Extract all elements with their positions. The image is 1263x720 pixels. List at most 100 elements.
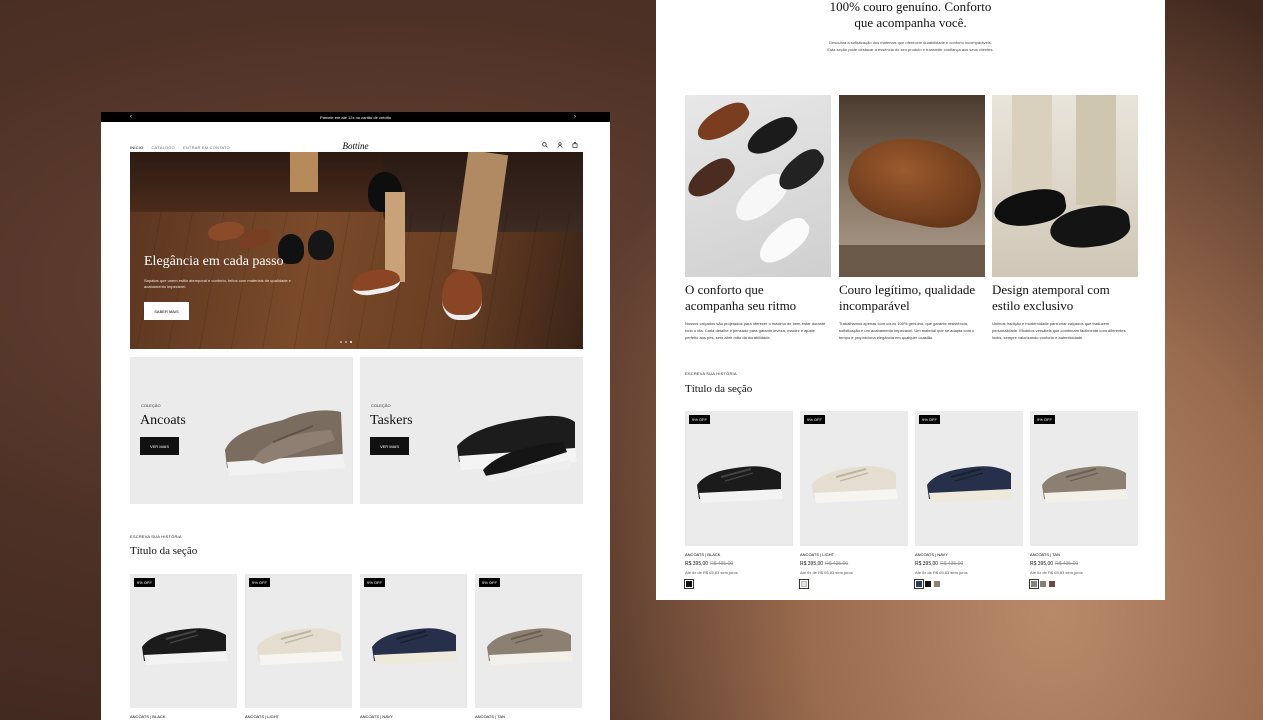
discount-badge: 9% OFF bbox=[479, 578, 500, 587]
product-name[interactable]: ANCOATS | LIGHT bbox=[800, 552, 834, 557]
hero-title: Elegância em cada passo bbox=[144, 254, 284, 269]
collection-title: Taskers bbox=[370, 413, 413, 428]
product-name[interactable]: ANCOATS | BLACK bbox=[685, 552, 720, 557]
slider-dots[interactable] bbox=[340, 341, 352, 343]
collection-card-taskers[interactable]: COLEÇÃO Taskers VER MAIS bbox=[360, 357, 583, 504]
product-card[interactable]: 9% OFF bbox=[360, 574, 467, 708]
discount-badge: 9% OFF bbox=[134, 578, 155, 587]
collection-button[interactable]: VER MAIS bbox=[140, 437, 179, 455]
loafer-image bbox=[457, 415, 577, 482]
logo[interactable]: Bottine bbox=[101, 141, 610, 151]
color-swatch[interactable] bbox=[684, 579, 694, 589]
section-title: Título da seção bbox=[130, 545, 198, 557]
product-card[interactable]: 9% OFF bbox=[130, 574, 237, 708]
collection-label: COLEÇÃO bbox=[371, 403, 391, 408]
discount-badge: 9% OFF bbox=[689, 415, 710, 424]
current-price: R$ 395,00 bbox=[915, 561, 939, 567]
discount-badge: 9% OFF bbox=[249, 578, 270, 587]
features-intro: Descubra a sofisticação dos materiais qu… bbox=[656, 39, 1165, 53]
search-icon[interactable] bbox=[542, 142, 548, 150]
installments-text: Até 6x de R$ 65,83 sem juros bbox=[800, 570, 853, 575]
color-swatch[interactable] bbox=[1040, 581, 1046, 587]
storefront-features-mockup: 100% couro genuíno. Conforto que acompan… bbox=[656, 0, 1165, 600]
feature-image-2 bbox=[839, 95, 985, 277]
hero-leg bbox=[385, 192, 405, 282]
discount-badge: 9% OFF bbox=[364, 578, 385, 587]
installments-text: Até 6x de R$ 65,83 sem juros bbox=[685, 570, 738, 575]
collection-button[interactable]: VER MAIS bbox=[370, 437, 409, 455]
announcement-bar: ‹ Parcele em até 12x no cartão de crédit… bbox=[101, 112, 610, 122]
feature-title-1: O conforto que acompanha seu ritmo bbox=[685, 282, 797, 313]
feature-title-3: Design atemporal com estilo exclusivo bbox=[992, 282, 1110, 313]
announcement-text: Parcele em até 12x no cartão de crédito bbox=[320, 114, 391, 120]
header-icons bbox=[542, 141, 578, 150]
section-title: Título da seção bbox=[685, 383, 753, 395]
cart-icon[interactable] bbox=[572, 141, 578, 150]
product-image bbox=[691, 451, 787, 516]
color-swatch[interactable] bbox=[1029, 579, 1039, 589]
storefront-home-mockup: ‹ Parcele em até 12x no cartão de crédit… bbox=[101, 112, 610, 720]
feature-text-3: Unimos tradição e modernidade para criar… bbox=[992, 321, 1126, 340]
product-price: R$ 395,00 R$ 435,00 bbox=[1030, 561, 1078, 567]
color-swatch[interactable] bbox=[934, 581, 940, 587]
user-icon[interactable] bbox=[557, 142, 563, 150]
discount-badge: 9% OFF bbox=[1034, 415, 1055, 424]
current-price: R$ 395,00 bbox=[685, 561, 709, 567]
feature-text-1: Nossos calçados são projetados para ofer… bbox=[685, 321, 826, 340]
installments-text: Até 6x de R$ 65,83 sem juros bbox=[1030, 570, 1083, 575]
current-price: R$ 395,00 bbox=[1030, 561, 1054, 567]
product-name[interactable]: ANCOATS | TAN bbox=[475, 714, 505, 719]
product-card[interactable]: 9% OFF bbox=[245, 574, 352, 708]
current-price: R$ 395,00 bbox=[800, 561, 824, 567]
old-price: R$ 435,00 bbox=[825, 561, 849, 567]
color-swatch[interactable] bbox=[799, 579, 809, 589]
features-header: 100% couro genuíno. Conforto que acompan… bbox=[656, 0, 1165, 53]
color-swatch[interactable] bbox=[925, 581, 931, 587]
features-heading-line1: 100% couro genuíno. Conforto bbox=[829, 0, 992, 14]
product-image bbox=[136, 613, 232, 678]
product-card[interactable]: 9% OFF bbox=[800, 411, 908, 546]
old-price: R$ 435,00 bbox=[940, 561, 964, 567]
product-card[interactable]: 9% OFF bbox=[915, 411, 1023, 546]
old-price: R$ 435,00 bbox=[710, 561, 734, 567]
product-image bbox=[806, 451, 902, 516]
product-name[interactable]: ANCOATS | NAVY bbox=[360, 714, 393, 719]
product-name[interactable]: ANCOATS | NAVY bbox=[915, 552, 948, 557]
product-card[interactable]: 9% OFF bbox=[1030, 411, 1138, 546]
collection-title: Ancoats bbox=[140, 413, 186, 428]
color-swatch[interactable] bbox=[914, 579, 924, 589]
features-intro-line1: Descubra a sofisticação dos materiais qu… bbox=[829, 40, 992, 45]
product-price: R$ 395,00 R$ 435,00 bbox=[915, 561, 963, 567]
features-heading: 100% couro genuíno. Conforto que acompan… bbox=[656, 0, 1165, 31]
features-intro-line2: Esta seção pode destacar a essência do s… bbox=[827, 47, 994, 52]
hero-subtitle: Sapatos que unem estilo atemporal e conf… bbox=[144, 278, 291, 289]
hero-button[interactable]: SABER MAIS bbox=[144, 302, 189, 320]
old-price: R$ 435,00 bbox=[1055, 561, 1079, 567]
hero-bag bbox=[290, 152, 318, 192]
chevron-right-icon[interactable]: › bbox=[574, 112, 576, 122]
hero-shoe-image bbox=[442, 270, 482, 320]
collection-label: COLEÇÃO bbox=[141, 403, 161, 408]
hero-shoe-image bbox=[308, 230, 334, 260]
section-eyebrow: ESCREVA SUA HISTÓRIA bbox=[130, 534, 182, 539]
feature-title-2: Couro legítimo, qualidade incomparável bbox=[839, 282, 976, 313]
color-swatch[interactable] bbox=[1049, 581, 1055, 587]
product-name[interactable]: ANCOATS | TAN bbox=[1030, 552, 1060, 557]
features-heading-line2: que acompanha você. bbox=[854, 15, 967, 30]
product-image bbox=[366, 613, 462, 678]
product-name[interactable]: ANCOATS | BLACK bbox=[130, 714, 165, 719]
installments-text: Até 6x de R$ 65,83 sem juros bbox=[915, 570, 968, 575]
product-image bbox=[921, 451, 1017, 516]
feature-image-3 bbox=[992, 95, 1138, 277]
sneaker-image bbox=[225, 410, 345, 476]
collection-card-ancoats[interactable]: COLEÇÃO Ancoats VER MAIS bbox=[130, 357, 353, 504]
product-image bbox=[481, 613, 577, 678]
discount-badge: 9% OFF bbox=[804, 415, 825, 424]
product-name[interactable]: ANCOATS | LIGHT bbox=[245, 714, 279, 719]
chevron-left-icon[interactable]: ‹ bbox=[130, 112, 132, 122]
product-price: R$ 395,00 R$ 435,00 bbox=[685, 561, 733, 567]
header: INÍCIO CATÁLOGO ENTRAR EM CONTATO Bottin… bbox=[101, 122, 610, 152]
product-card[interactable]: 9% OFF bbox=[685, 411, 793, 546]
product-card[interactable]: 9% OFF bbox=[475, 574, 582, 708]
section-eyebrow: ESCREVA SUA HISTÓRIA bbox=[685, 371, 737, 376]
